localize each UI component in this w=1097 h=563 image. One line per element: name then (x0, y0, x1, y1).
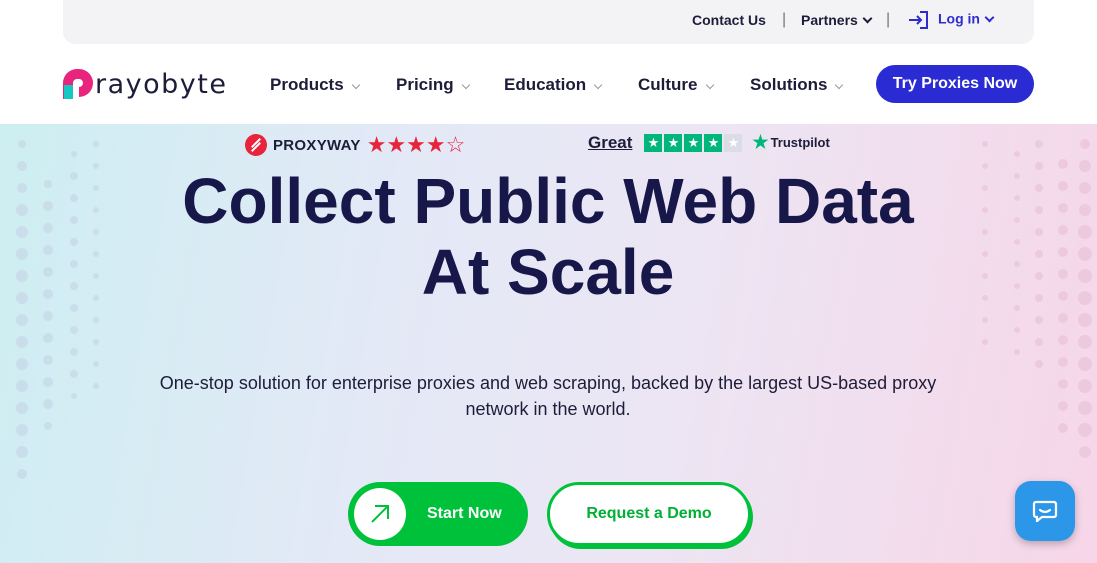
main-nav: rayobyte Products Pricing Education Cult… (0, 44, 1097, 124)
proxyway-rating[interactable]: PROXYWAY ★★★★☆ (245, 134, 465, 156)
start-now-icon-circle (354, 488, 406, 540)
ratings-row: PROXYWAY ★★★★☆ Great ★ ★ ★ ★ ★ ★ Trustpil… (0, 132, 1097, 162)
login-icon (909, 11, 928, 29)
hero-title-line-1: Collect Public Web Data (182, 165, 914, 237)
utility-separator: | (886, 11, 891, 28)
chevron-down-icon (835, 80, 844, 90)
contact-us-link[interactable]: Contact Us (692, 12, 766, 28)
trustpilot-rating[interactable]: Great ★ ★ ★ ★ ★ ★ Trustpilot (588, 132, 830, 153)
chat-icon (1032, 500, 1058, 522)
chat-widget-button[interactable] (1015, 481, 1075, 541)
arrow-up-right-icon (371, 505, 389, 523)
login-menu[interactable]: Log in (908, 10, 995, 30)
trustpilot-star-icon: ★ (664, 133, 683, 152)
trustpilot-star-empty-icon: ★ (724, 133, 743, 152)
nav-solutions[interactable]: Solutions (750, 75, 844, 95)
nav-label: Products (270, 75, 344, 94)
nav-education[interactable]: Education (504, 75, 603, 95)
brand-name: rayobyte (95, 68, 228, 100)
trustpilot-label: Trustpilot (770, 135, 830, 150)
chevron-down-icon (351, 80, 360, 90)
chevron-down-icon (593, 80, 603, 90)
nav-pricing[interactable]: Pricing (396, 75, 470, 95)
nav-culture[interactable]: Culture (638, 75, 714, 95)
request-demo-button[interactable]: Request a Demo (547, 482, 751, 546)
partners-menu[interactable]: Partners (801, 12, 873, 28)
proxyway-stars-icon: ★★★★☆ (366, 132, 466, 157)
hero-subtitle: One-stop solution for enterprise proxies… (159, 373, 937, 419)
trustpilot-star-icon: ★ (684, 133, 703, 152)
utility-separator: | (782, 11, 787, 28)
trustpilot-logo-star-icon: ★ (752, 132, 769, 152)
chevron-down-icon (984, 12, 995, 23)
trustpilot-score-word: Great (588, 132, 633, 152)
rayobyte-logo[interactable]: rayobyte (63, 68, 227, 100)
hero-title: Collect Public Web Data At Scale (148, 166, 948, 308)
proxyway-logo-icon (245, 134, 267, 156)
try-proxies-button[interactable]: Try Proxies Now (876, 65, 1034, 103)
hero-title-line-2: At Scale (421, 236, 675, 308)
nav-label: Pricing (396, 75, 454, 94)
hero-section: PROXYWAY ★★★★☆ Great ★ ★ ★ ★ ★ ★ Trustpil… (0, 124, 1097, 563)
nav-label: Education (504, 75, 587, 94)
nav-products[interactable]: Products (270, 75, 360, 95)
login-label: Log in (938, 10, 980, 27)
chevron-down-icon (461, 80, 470, 90)
utility-bar: Contact Us | Partners | Log in (63, 0, 1034, 44)
trustpilot-logo: ★ Trustpilot (752, 132, 829, 153)
nav-label: Culture (638, 75, 698, 94)
chevron-down-icon (705, 80, 714, 90)
trustpilot-star-icon: ★ (704, 133, 723, 152)
trustpilot-star-icon: ★ (644, 133, 663, 152)
start-now-label: Start Now (427, 505, 502, 522)
start-now-button[interactable]: Start Now (348, 482, 528, 546)
rayobyte-logo-mark-icon (63, 69, 93, 99)
nav-label: Solutions (750, 75, 828, 94)
partners-label: Partners (801, 12, 858, 28)
chevron-down-icon (862, 13, 873, 24)
proxyway-label: PROXYWAY (273, 136, 361, 154)
